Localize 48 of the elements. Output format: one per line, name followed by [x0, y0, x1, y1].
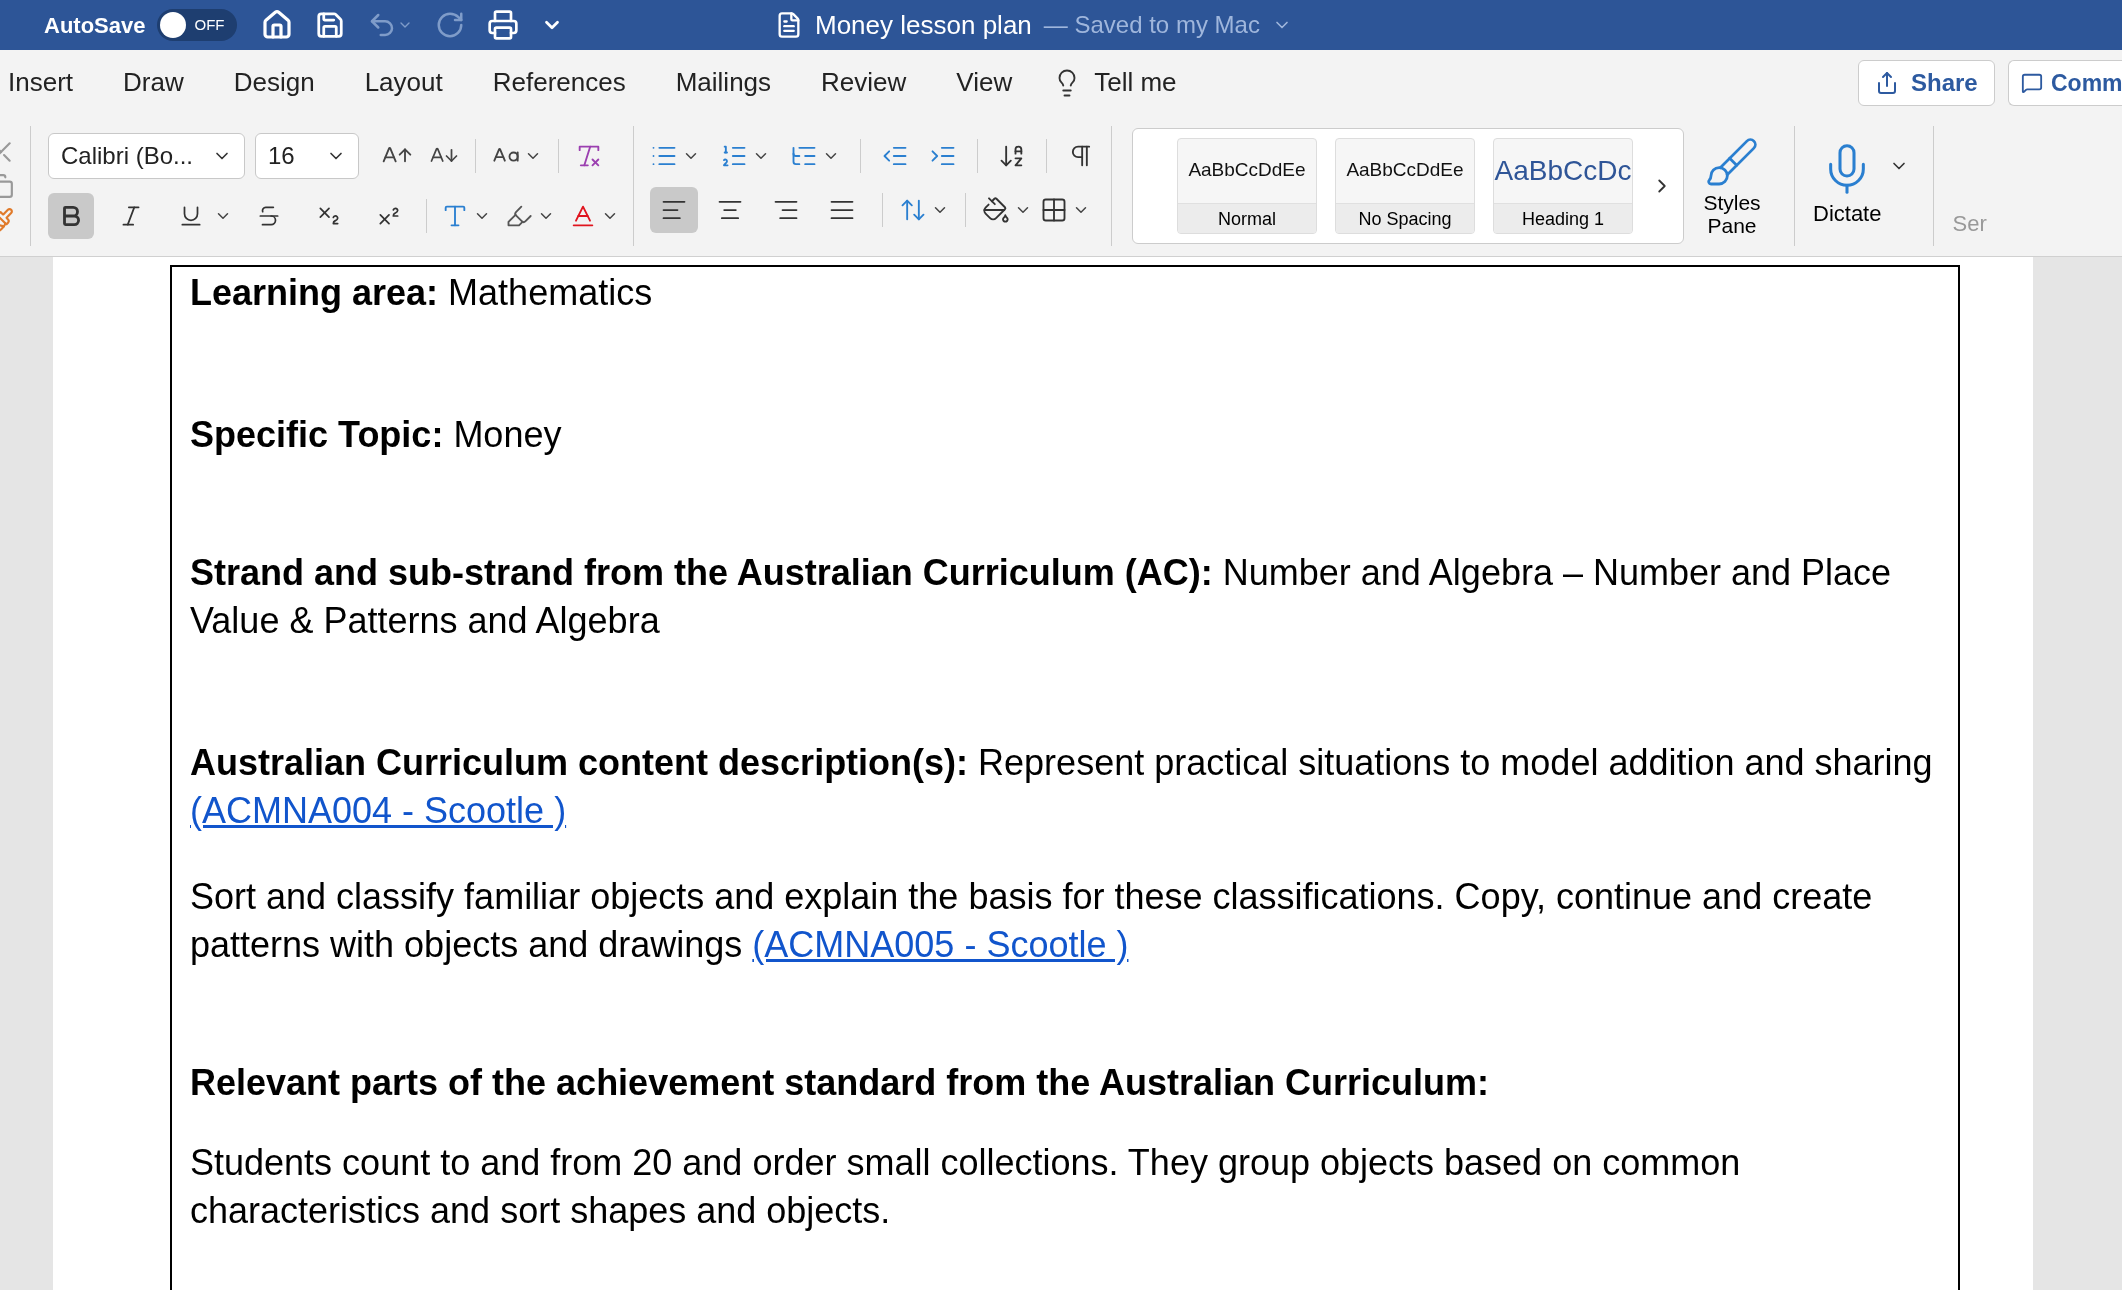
share-icon: [1875, 71, 1899, 95]
comment-icon: [2021, 72, 2043, 94]
font-size-field[interactable]: 16: [255, 132, 359, 179]
paragraph: Sort and classify familiar objects and explain the basis for these classifications. Copy, continue and create patterns with objects and drawings (ACMNA005 - Scootle ): [190, 875, 1874, 967]
menu-tab[interactable]: References: [492, 63, 626, 102]
redo-icon[interactable]: [435, 10, 466, 40]
comments-button[interactable]: Comm: [2008, 60, 2122, 106]
link[interactable]: (ACMNA005 - Scootle ): [752, 924, 1129, 965]
paragraph: Specific Topic: Money: [190, 413, 563, 457]
style-preset[interactable]: AaBbCcDdEe Normal: [1177, 137, 1317, 234]
style-preset[interactable]: AaBbCcDc Heading 1: [1493, 137, 1633, 234]
link[interactable]: (ACMNA004 - Scootle ): [190, 790, 567, 831]
align-left-button[interactable]: [650, 186, 698, 233]
menu-tab[interactable]: Insert: [8, 63, 74, 102]
bold-button[interactable]: [48, 192, 94, 239]
menu-tab[interactable]: Design: [233, 63, 315, 102]
autosave-toggle[interactable]: OFF: [157, 9, 238, 41]
style-name: Normal: [1178, 202, 1316, 233]
autosave-label: AutoSave: [44, 11, 146, 40]
menu-tab[interactable]: Layout: [364, 63, 443, 102]
paragraph: Australian Curriculum content description(s): Represent practical situations to model addition and sharing (ACMNA004 - Scootle ): [190, 741, 1934, 833]
save-icon[interactable]: [315, 10, 346, 40]
font-name-field[interactable]: Calibri (Bo...: [48, 132, 245, 179]
shading-icon[interactable]: [982, 195, 1010, 224]
save-status: — Saved to my Mac: [1043, 10, 1260, 40]
menu-tab[interactable]: View: [956, 63, 1013, 102]
dictate-label: Dictate: [1813, 200, 1882, 228]
print-icon[interactable]: [487, 9, 520, 41]
home-icon[interactable]: [261, 9, 294, 41]
menu-tab[interactable]: Mailings: [675, 63, 772, 102]
style-name: No Spacing: [1336, 202, 1474, 233]
style-preview: AaBbCcDdEe: [1187, 158, 1307, 183]
menu-tab[interactable]: Draw: [123, 63, 184, 102]
paragraph: Strand and sub-strand from the Australian Curriculum (AC): Number and Algebra – Number and Place Value & Patterns and Algebra: [190, 551, 1893, 643]
style-name: Heading 1: [1494, 202, 1632, 233]
style-preview: AaBbCcDdEe: [1345, 158, 1465, 183]
styles-pane-label: Styles Pane: [1702, 190, 1762, 237]
style-preview: AaBbCcDc: [1494, 153, 1632, 188]
dictate-button[interactable]: Dictate: [1813, 141, 1882, 230]
tell-me-search[interactable]: Tell me: [1094, 63, 1177, 102]
paragraph: Relevant parts of the achievement standard from the Australian Curriculum:: [190, 1061, 1490, 1105]
share-button[interactable]: Share: [1858, 60, 1995, 106]
styles-pane-button[interactable]: Styles Pane: [1694, 134, 1770, 237]
style-preset[interactable]: AaBbCcDdEe No Spacing: [1335, 137, 1475, 234]
paragraph: Learning area: Mathematics: [190, 271, 654, 315]
paragraph: Students count to and from 20 and order small collections. They group objects based on common characteristics and sort shapes and objects.: [190, 1141, 1742, 1233]
menu-tab[interactable]: Review: [821, 63, 907, 102]
document-title: Money lesson plan: [815, 8, 1032, 42]
